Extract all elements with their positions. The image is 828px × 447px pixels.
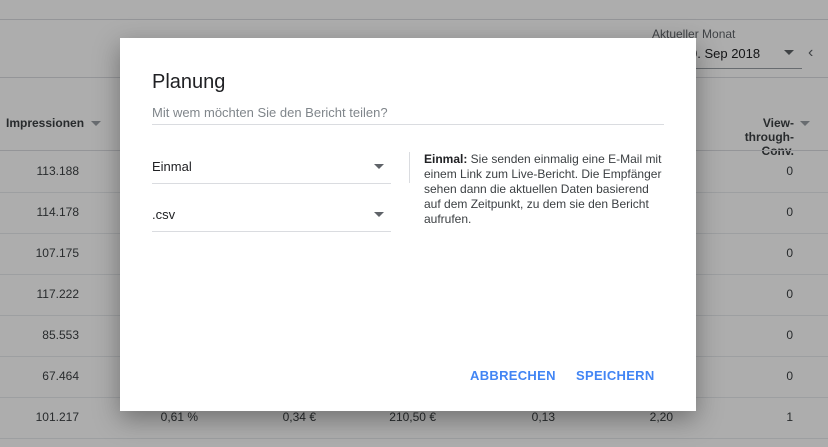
format-value: .csv <box>152 207 176 222</box>
frequency-description: Einmal: Sie senden einmalig eine E-Mail … <box>424 152 662 226</box>
frequency-select[interactable]: Einmal <box>152 151 391 184</box>
save-button[interactable]: SPEICHERN <box>576 368 655 383</box>
cancel-button[interactable]: ABBRECHEN <box>470 368 556 383</box>
chevron-down-icon <box>374 164 384 169</box>
format-select[interactable]: .csv <box>152 199 391 232</box>
share-recipients-input[interactable] <box>152 100 664 125</box>
frequency-value: Einmal <box>152 159 192 174</box>
divider <box>409 152 410 183</box>
chevron-down-icon <box>374 212 384 217</box>
schedule-dialog: Planung Einmal .csv Einmal: Sie senden e… <box>120 38 696 411</box>
dialog-title: Planung <box>152 71 226 93</box>
